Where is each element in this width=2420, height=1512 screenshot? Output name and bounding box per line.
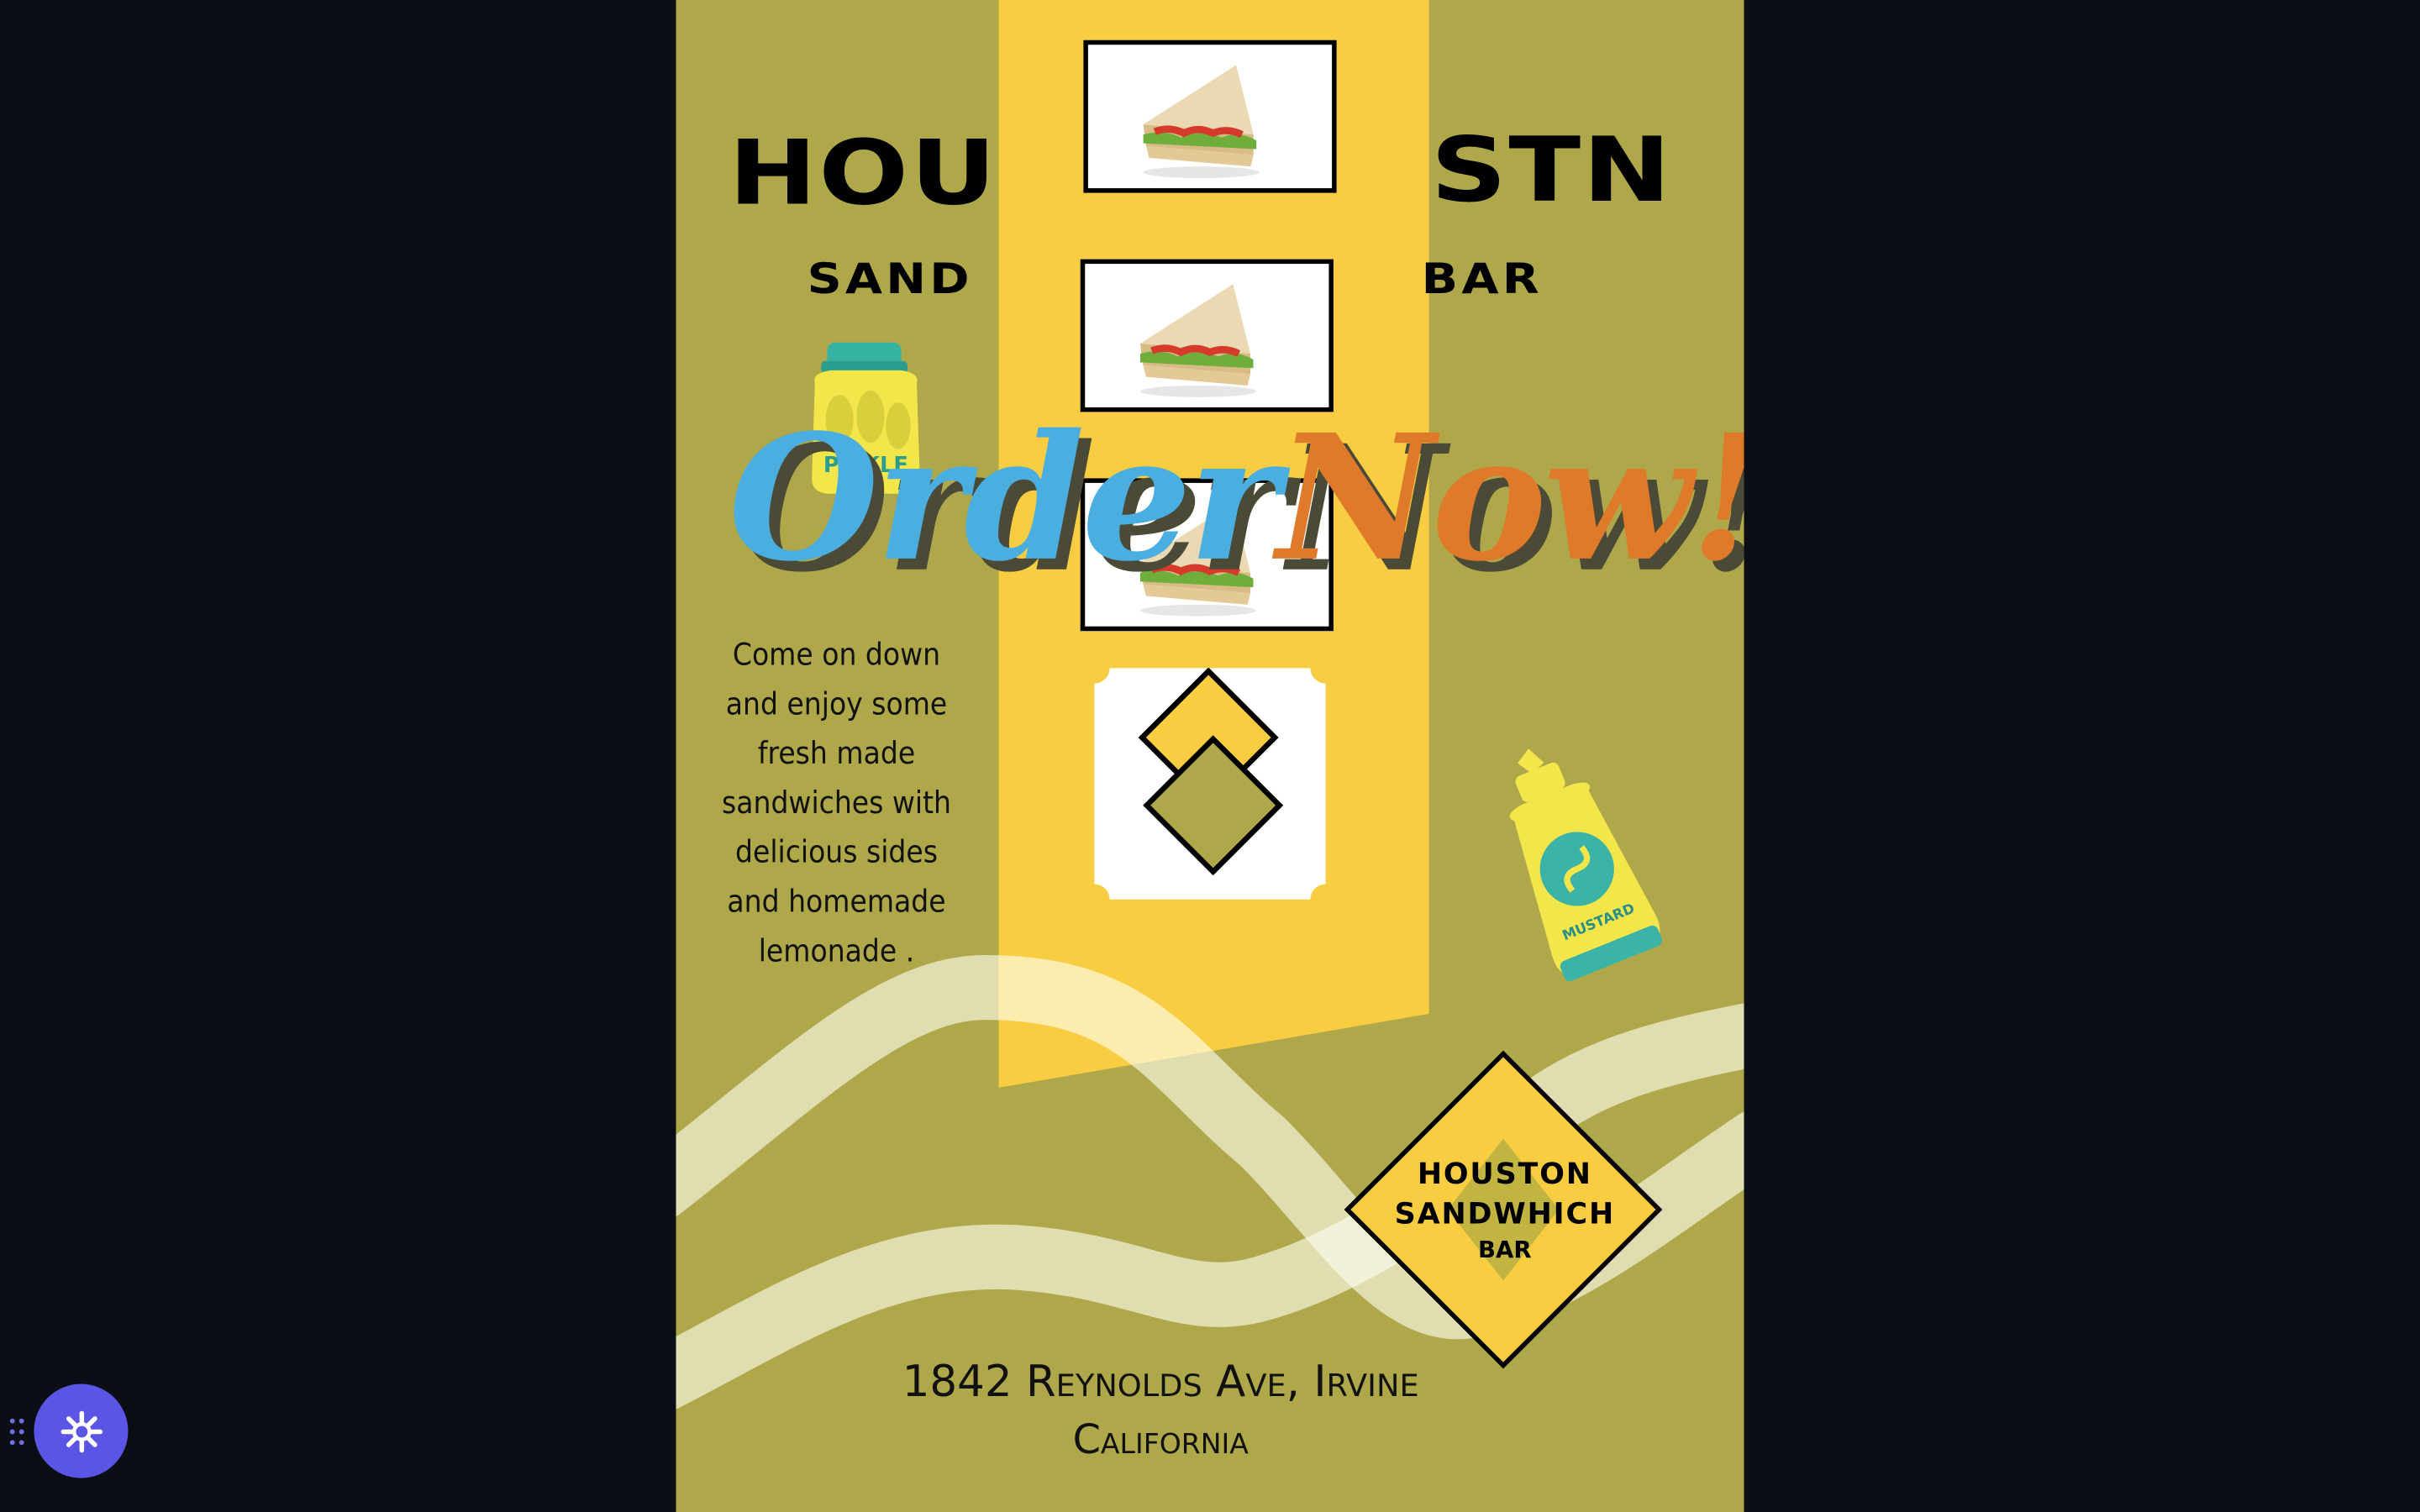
sandwich-photo-2[interactable] <box>1080 259 1334 412</box>
sandwich-photo-1[interactable] <box>1083 39 1337 193</box>
address-block[interactable]: 1842 Reynolds Ave, Irvine California <box>676 1352 1644 1469</box>
address-line-2: California <box>1072 1417 1249 1465</box>
sandwich-image <box>1143 65 1260 179</box>
drag-handle-icon[interactable] <box>8 1416 26 1447</box>
badge-text: HOUSTON SANDWHICH BAR <box>1343 1154 1667 1265</box>
subtitle-left[interactable]: SAND <box>808 256 973 304</box>
order-word: Order <box>728 397 1280 601</box>
mustard-bottle-icon[interactable]: MUSTARD <box>1494 738 1667 984</box>
subtitle-right[interactable]: BAR <box>1422 256 1543 304</box>
badge-line-2: SANDWHICH <box>1394 1197 1615 1231</box>
address-line-1: 1842 Reynolds Ave, Irvine <box>902 1356 1419 1408</box>
diamond-emblem[interactable] <box>1094 668 1326 900</box>
title-left[interactable]: HOU <box>729 120 998 225</box>
sandwich-image <box>1139 284 1256 397</box>
editor-canvas: HOU STN SAND BAR PICKLE OrderNow! Come o… <box>0 0 2420 1512</box>
now-word: Now! <box>1276 397 1744 601</box>
poster[interactable]: HOU STN SAND BAR PICKLE OrderNow! Come o… <box>676 0 1744 1512</box>
title-right[interactable]: STN <box>1431 118 1673 223</box>
badge-line-1: HOUSTON <box>1417 1157 1592 1191</box>
blurb-text[interactable]: Come on down and enjoy some fresh made s… <box>706 629 967 974</box>
assistant-button[interactable] <box>34 1383 129 1478</box>
asterisk-icon <box>60 1410 103 1452</box>
badge-line-3: BAR <box>1478 1236 1532 1264</box>
order-now-heading[interactable]: OrderNow! <box>729 398 1744 601</box>
